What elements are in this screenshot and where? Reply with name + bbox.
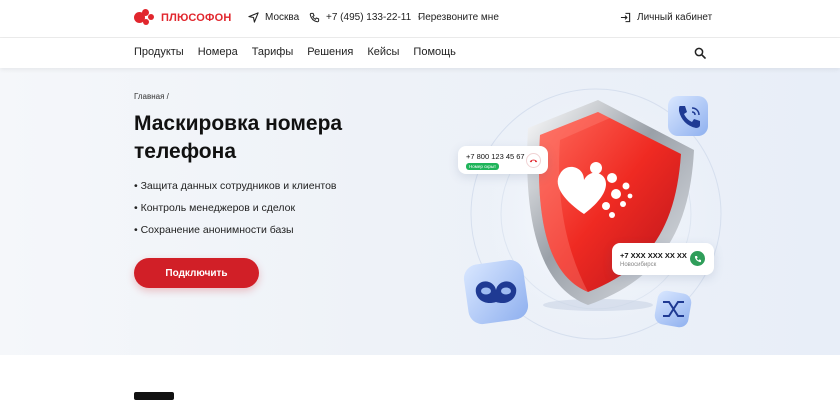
- nav-item-tariffs[interactable]: Тарифы: [252, 46, 294, 58]
- feature-list: • Защита данных сотрудников и клиентов •…: [134, 180, 336, 246]
- phone-link[interactable]: +7 (495) 133-22-11: [309, 12, 424, 23]
- feature-item: • Сохранение анонимности базы: [134, 224, 294, 236]
- phone-number: +7 (495) 133-22-11: [326, 12, 412, 23]
- search-icon[interactable]: [694, 47, 706, 59]
- mask-tile-icon: [463, 259, 529, 325]
- nav-item-numbers[interactable]: Номера: [198, 46, 238, 58]
- accept-call-button[interactable]: [690, 251, 705, 266]
- login-icon: [620, 12, 631, 23]
- nav-item-products[interactable]: Продукты: [134, 46, 184, 58]
- city-label: Москва: [265, 12, 300, 23]
- incoming-call-card: +7 800 123 45 67 Номер скрыт: [458, 146, 548, 174]
- feature-item: • Защита данных сотрудников и клиентов: [134, 180, 337, 192]
- main-nav: Продукты Номера Тарифы Решения Кейсы Пом…: [134, 46, 456, 58]
- decline-call-button[interactable]: [526, 153, 541, 168]
- top-bar: ПЛЮСОФОН Москва +7 (495) 133-22-11 Перез…: [0, 0, 840, 38]
- outgoing-number: +7 XXX XXX XX XX: [620, 251, 687, 260]
- incoming-number: +7 800 123 45 67: [466, 152, 525, 161]
- account-label: Личный кабинет: [637, 12, 713, 23]
- brand-name: ПЛЮСОФОН: [161, 12, 232, 24]
- breadcrumb[interactable]: Главная /: [134, 92, 169, 101]
- shuffle-tile-icon: [654, 290, 692, 328]
- nav-item-solutions[interactable]: Решения: [307, 46, 353, 58]
- feature-item: • Контроль менеджеров и сделок: [134, 202, 296, 214]
- nav-item-cases[interactable]: Кейсы: [367, 46, 399, 58]
- connect-button[interactable]: Подключить: [134, 258, 259, 288]
- location-arrow-icon: [248, 12, 259, 23]
- phone-icon: [309, 12, 320, 23]
- outgoing-city: Новосибирск: [620, 262, 657, 268]
- phone-tile-icon: [668, 96, 708, 136]
- outgoing-call-card: +7 XXX XXX XX XX Новосибирск: [612, 243, 714, 275]
- logo-mark-icon: [134, 9, 156, 27]
- main-nav-bar: Продукты Номера Тарифы Решения Кейсы Пом…: [0, 38, 840, 68]
- callback-button[interactable]: Перезвоните мне: [418, 12, 499, 23]
- incoming-tag: Номер скрыт: [466, 163, 500, 170]
- hangup-icon: [529, 159, 538, 163]
- phone-icon: [694, 255, 701, 262]
- nav-item-help[interactable]: Помощь: [413, 46, 456, 58]
- callback-label: Перезвоните мне: [418, 12, 499, 23]
- section-title-fragment: [134, 392, 174, 400]
- page-title: Маскировка номера телефона: [134, 112, 343, 163]
- logo[interactable]: ПЛЮСОФОН: [134, 9, 232, 27]
- city-selector[interactable]: Москва: [248, 12, 299, 23]
- account-link[interactable]: Личный кабинет: [620, 12, 712, 23]
